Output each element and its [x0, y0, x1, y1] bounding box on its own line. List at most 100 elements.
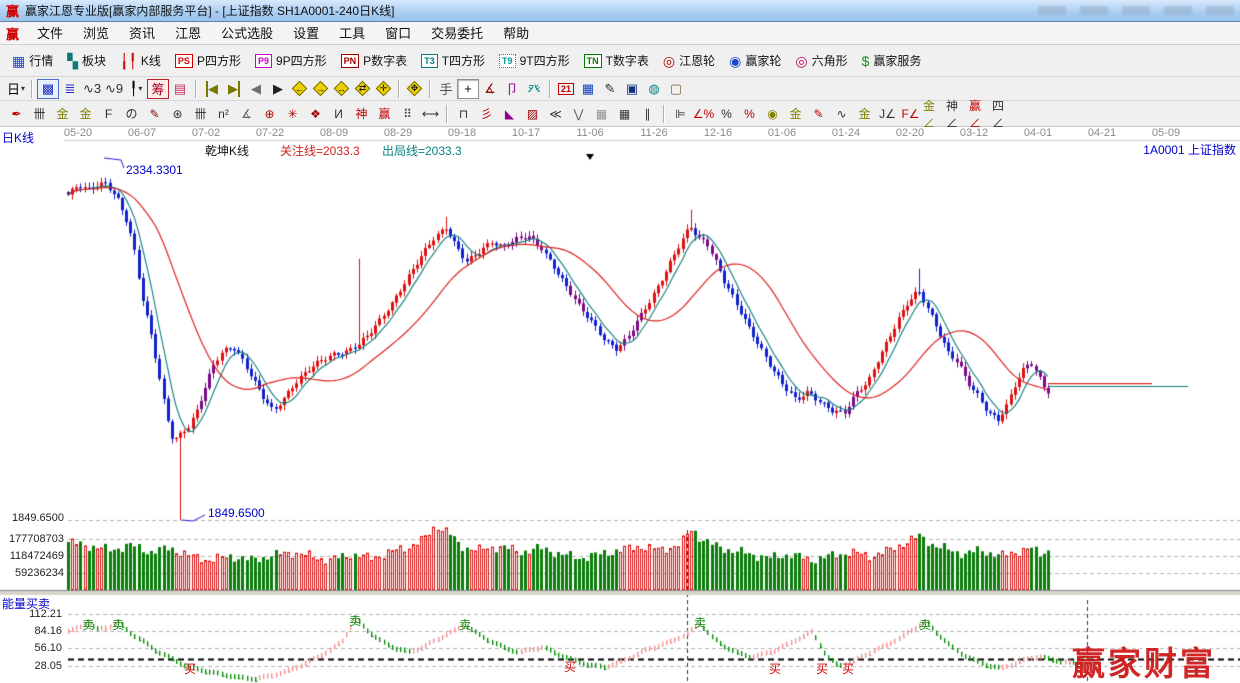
toolbar-button-last-page[interactable]: ▶ [223, 79, 245, 99]
toolbar-button-workstation[interactable]: ▢ [665, 79, 687, 99]
toolbar-button-gann-wheel[interactable]: ◎ 江恩轮 [656, 49, 722, 72]
toolbar-button-web-link[interactable]: ◍ [643, 79, 665, 99]
toolbar-button-f-angle[interactable]: F∠ [899, 104, 922, 124]
menu-item-file[interactable]: 文件 [27, 24, 73, 43]
toolbar-button-pan-hand[interactable]: 手 [435, 79, 457, 99]
titlebar-window-controls[interactable] [1038, 6, 1234, 15]
toolbar-button-gann-circle[interactable]: ⊛ [166, 104, 189, 124]
chart-canvas[interactable] [0, 127, 1240, 683]
toolbar-button-9p-square[interactable]: P9 9P四方形 [248, 49, 334, 72]
titlebar-blurred-control[interactable] [1080, 6, 1108, 15]
toolbar-button-wave-mark[interactable]: И [327, 104, 350, 124]
toolbar-button-period-day[interactable]: 日 ▾ [5, 79, 27, 99]
toolbar-button-gold-circle[interactable]: ◉ [761, 104, 784, 124]
menu-item-tools[interactable]: 工具 [329, 24, 375, 43]
toolbar-button-price-scale[interactable]: ⊫ [669, 104, 692, 124]
titlebar-blurred-control[interactable] [1122, 6, 1150, 15]
toolbar-button-p-digit-table[interactable]: PN P数字表 [334, 49, 415, 72]
toolbar-button-gann-ticks[interactable]: 卌 [28, 104, 51, 124]
toolbar-button-chip-distribution[interactable]: ▤ [169, 79, 191, 99]
toolbar-button-spiral[interactable]: の [120, 104, 143, 124]
toolbar-button-calculator[interactable]: ▦ [577, 79, 599, 99]
toolbar-button-ray-lines[interactable]: ≪ [544, 104, 567, 124]
toolbar-button-qiankun-net[interactable]: ▩ [37, 78, 59, 99]
toolbar-button-zoom-out-x[interactable]: ← [290, 79, 309, 98]
toolbar-button-expand-x[interactable]: ↔ [332, 79, 351, 98]
toolbar-button-gold-section-1[interactable]: 金 [51, 104, 74, 124]
toolbar-button-pen[interactable]: ✒ [5, 104, 28, 124]
toolbar-button-pen-measure[interactable]: ✎ [143, 104, 166, 124]
toolbar-button-t-square[interactable]: T3 T四方形 [414, 49, 492, 72]
toolbar-button-fibonacci[interactable]: F [97, 104, 120, 124]
toolbar-button-candle-style[interactable]: ╿ ▾ [125, 79, 147, 99]
toolbar-button-p-square[interactable]: PS P四方形 [168, 49, 248, 72]
toolbar-button-fan-square[interactable]: ▨ [521, 104, 544, 124]
toolbar-button-scribble-tool[interactable]: 癶 [523, 79, 545, 99]
toolbar-button-info-panel[interactable]: ≣ [59, 79, 81, 99]
toolbar-button-t-digit-table[interactable]: TN T数字表 [577, 49, 656, 72]
toolbar-button-gold-section-2[interactable]: 金 [74, 104, 97, 124]
toolbar-button-shen-angle[interactable]: 神∠ [945, 99, 968, 130]
toolbar-button-gann-square-star[interactable]: ✳ [281, 104, 304, 124]
toolbar-button-grid-arrow[interactable]: ▦ [613, 104, 636, 124]
toolbar-button-circle-cross[interactable]: ⊕ [258, 104, 281, 124]
toolbar-button-quotes[interactable]: ▦ 行情 [5, 49, 60, 72]
menu-item-window[interactable]: 窗口 [375, 24, 421, 43]
toolbar-button-pen-bars[interactable]: ✎ [807, 104, 830, 124]
toolbar-button-kline[interactable]: ╽╿ K线 [113, 49, 168, 72]
toolbar-button-time-ticks[interactable]: 卌 [189, 104, 212, 124]
toolbar-button-hexagon[interactable]: ◎ 六角形 [788, 49, 854, 72]
toolbar-button-calendar-21[interactable]: 21 [555, 79, 577, 99]
toolbar-button-winner-wheel[interactable]: ◉ 赢家轮 [722, 49, 788, 72]
toolbar-button-angle-line[interactable]: ∡ [235, 104, 258, 124]
menu-item-settings[interactable]: 设置 [283, 24, 329, 43]
toolbar-button-save[interactable]: ▣ [621, 79, 643, 99]
toolbar-button-chip-tool[interactable]: 筹 [147, 78, 169, 99]
toolbar-button-crosshair[interactable]: + [457, 78, 479, 99]
titlebar-blurred-control[interactable] [1206, 6, 1234, 15]
toolbar-button-move-view[interactable]: ✥ [405, 79, 424, 98]
toolbar-button-gann-fan[interactable]: 彡 [475, 104, 498, 124]
toolbar-button-shen-tool[interactable]: 神 [350, 104, 373, 124]
toolbar-button-first-page[interactable]: ◀ [201, 79, 223, 99]
toolbar-button-fan-square-purple[interactable]: ◣ [498, 104, 521, 124]
toolbar-button-width-measure[interactable]: ⟷ [419, 104, 442, 124]
titlebar-blurred-control[interactable] [1038, 6, 1066, 15]
toolbar-button-grid-light[interactable]: ▦ [590, 104, 613, 124]
toolbar-button-zoom-in-x[interactable]: → [311, 79, 330, 98]
toolbar-button-si-angle[interactable]: 四∠ [991, 99, 1014, 130]
toolbar-button-percent-angle[interactable]: ∠% [692, 104, 715, 124]
toolbar-button-rect-frame[interactable]: ⊓ [452, 104, 475, 124]
menu-item-help[interactable]: 帮助 [493, 24, 539, 43]
toolbar-button-gann-grid-box[interactable]: ❖ [304, 104, 327, 124]
toolbar-button-wave-9[interactable]: ∿9 [103, 79, 125, 99]
toolbar-button-gold-angle[interactable]: 金∠ [922, 99, 945, 130]
toolbar-button-angle-measure[interactable]: ∡ [479, 79, 501, 99]
toolbar-button-9t-square[interactable]: T9 9T四方形 [492, 49, 577, 72]
toolbar-button-gold-rule[interactable]: 金 [853, 104, 876, 124]
toolbar-button-notes[interactable]: ✎ [599, 79, 621, 99]
menu-item-trade[interactable]: 交易委托 [421, 24, 493, 43]
toolbar-button-n-square[interactable]: n² [212, 104, 235, 124]
toolbar-button-zigzag[interactable]: ⋁ [567, 104, 590, 124]
toolbar-button-restore-view[interactable]: ✛ [374, 79, 393, 98]
toolbar-button-page-left[interactable]: ◀ [245, 79, 267, 99]
toolbar-button-page-right[interactable]: ▶ [267, 79, 289, 99]
toolbar-button-winner-service[interactable]: $ 赢家服务 [855, 49, 929, 72]
menu-item-gann[interactable]: 江恩 [165, 24, 211, 43]
toolbar-button-gold-line[interactable]: 金 [784, 104, 807, 124]
toolbar-button-parallel-lines[interactable]: ∥ [636, 104, 659, 124]
menu-item-formula-pick[interactable]: 公式选股 [211, 24, 283, 43]
toolbar-button-j-angle[interactable]: J∠ [876, 104, 899, 124]
menu-item-browse[interactable]: 浏览 [73, 24, 119, 43]
toolbar-button-wave-3[interactable]: ∿3 [81, 79, 103, 99]
menu-item-news[interactable]: 资讯 [119, 24, 165, 43]
toolbar-button-ying-tool[interactable]: 赢 [373, 104, 396, 124]
toolbar-button-compress-x[interactable]: ⇄ [353, 79, 372, 98]
toolbar-button-wave-channel[interactable]: ∿ [830, 104, 853, 124]
toolbar-button-gann-stamp[interactable]: 卩 [501, 79, 523, 99]
toolbar-button-percent[interactable]: % [715, 104, 738, 124]
toolbar-button-sectors[interactable]: ▚ 板块 [60, 49, 113, 72]
titlebar-blurred-control[interactable] [1164, 6, 1192, 15]
toolbar-button-grid-123[interactable]: ⠿ [396, 104, 419, 124]
